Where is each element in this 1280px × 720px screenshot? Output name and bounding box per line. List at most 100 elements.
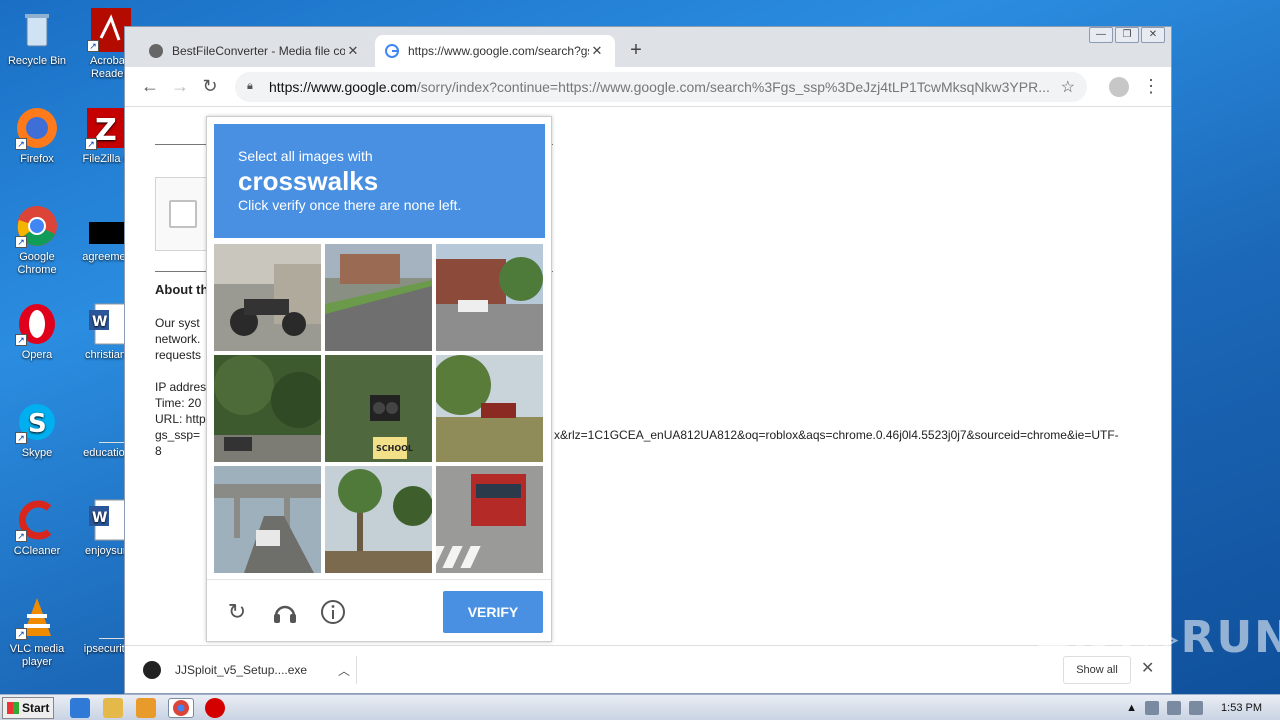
school-sign-tile[interactable]: SCHOOL	[325, 355, 432, 462]
desktop-icon-label: Skype	[21, 447, 53, 459]
svg-text:W: W	[92, 314, 107, 330]
media-player-icon[interactable]	[136, 698, 156, 718]
file-icon	[85, 596, 129, 640]
recaptcha-widget	[155, 177, 211, 251]
captcha-instruction: Select all images with	[238, 148, 373, 164]
audio-challenge-icon[interactable]	[271, 598, 299, 626]
recaptcha-checkbox[interactable]	[169, 200, 197, 228]
suburban-road-tile[interactable]	[325, 244, 432, 351]
page-paragraph-line: requests	[155, 348, 202, 362]
profile-avatar-icon[interactable]	[1109, 76, 1129, 97]
time-line: Time: 20	[155, 396, 202, 410]
download-file-name: JJSploit_v5_Setup....exe	[175, 663, 308, 677]
window-controls: — ❐ ✕	[1089, 27, 1165, 43]
palm-tree-tile[interactable]	[325, 466, 432, 573]
captcha-header: Select all images with crosswalks Click …	[214, 124, 545, 238]
clock[interactable]: 1:53 PM	[1221, 702, 1262, 714]
anyrun-watermark: ANY▷RUN	[1036, 612, 1280, 663]
crosswalk-bus-tile[interactable]	[436, 466, 543, 573]
browser-toolbar: ← → ↻ 🔒︎ https://www.google.com/sorry/in…	[125, 67, 1171, 107]
back-button[interactable]: ←	[135, 76, 165, 97]
tab-close-icon[interactable]: ✕	[589, 43, 605, 59]
highway-overpass-tile[interactable]	[214, 466, 321, 573]
desktop-icon-ccleaner[interactable]: ↗ CCleaner	[0, 498, 74, 558]
desktop-icon-opera[interactable]: ↗ Opera	[0, 302, 74, 362]
bookmark-star-icon[interactable]: ☆	[1061, 77, 1075, 97]
desktop-icon-label: VLC media player	[9, 643, 65, 668]
trees-driveway-tile[interactable]	[214, 355, 321, 462]
ie-icon[interactable]	[70, 698, 90, 718]
motorcycle-street-tile[interactable]	[214, 244, 321, 351]
url-path: /sorry/index?continue=https://www.google…	[416, 78, 1050, 95]
firefox-icon: ↗	[15, 106, 59, 150]
desktop-icon-vlc[interactable]: ↗ VLC media player	[0, 596, 74, 669]
captcha-keyword: crosswalks	[238, 166, 379, 196]
captcha-footer: ↻ VERIFY	[207, 579, 551, 641]
menu-kebab-icon[interactable]: ⋮	[1141, 76, 1161, 97]
black-file-icon	[85, 204, 129, 248]
url-host: https://www.google.com	[269, 78, 417, 95]
url-text: https://www.google.com/sorry/index?conti…	[269, 79, 1061, 95]
close-window-button[interactable]: ✕	[1141, 27, 1165, 43]
lock-icon: 🔒︎	[247, 80, 253, 92]
address-bar[interactable]: 🔒︎ https://www.google.com/sorry/index?co…	[235, 71, 1087, 102]
desktop-icon-label: Google Chrome	[17, 251, 57, 276]
tab-close-icon[interactable]: ✕	[345, 43, 361, 59]
start-button[interactable]: Start	[2, 697, 54, 719]
recycle-bin-icon	[15, 8, 59, 52]
captcha-instruction-sub: Click verify once there are none left.	[238, 197, 462, 213]
minimize-button[interactable]: —	[1089, 27, 1113, 43]
tab-strip: BestFileConverter - Media file conver ✕ …	[125, 27, 1171, 67]
chrome-icon: ↗	[15, 204, 59, 248]
desktop-icon-label: Recycle Bin	[7, 55, 67, 67]
opera-icon: ↗	[15, 302, 59, 346]
opera-taskbar-icon[interactable]	[205, 698, 225, 718]
svg-text:Z: Z	[95, 113, 117, 148]
tab-bestfileconverter[interactable]: BestFileConverter - Media file conver ✕	[139, 35, 371, 67]
chevron-up-icon[interactable]: ︿	[332, 662, 356, 679]
reload-challenge-icon[interactable]: ↻	[223, 598, 251, 626]
ip-address-line: IP addres	[155, 380, 207, 394]
verify-button[interactable]: VERIFY	[443, 591, 543, 633]
desktop-icon-chrome[interactable]: ↗ Google Chrome	[0, 204, 74, 277]
yard-truck-tile[interactable]	[436, 355, 543, 462]
new-tab-button[interactable]: +	[625, 39, 647, 62]
tray-arrow-icon[interactable]: ▲	[1126, 702, 1137, 714]
action-center-flag-icon[interactable]	[1189, 701, 1204, 715]
desktop-icon-label: Firefox	[20, 153, 54, 165]
download-bar: JJSploit_v5_Setup....exe ︿ Show all ✕	[125, 645, 1171, 693]
network-icon[interactable]	[1167, 701, 1182, 715]
explorer-folder-icon[interactable]	[103, 698, 123, 718]
filezilla-icon: Z ↗	[85, 106, 129, 150]
word-document-icon: W	[85, 302, 129, 346]
start-label: Start	[22, 701, 50, 715]
file-icon	[85, 400, 129, 444]
system-tray: ▲ 1:53 PM	[1126, 695, 1280, 720]
google-g-icon	[385, 44, 399, 58]
desktop-icon-skype[interactable]: S ↗ Skype	[0, 400, 74, 460]
exe-file-icon	[143, 661, 161, 679]
download-item[interactable]: JJSploit_v5_Setup....exe ︿	[143, 656, 357, 684]
house-parking-tile[interactable]	[436, 244, 543, 351]
info-icon[interactable]	[319, 598, 347, 626]
chrome-taskbar-icon[interactable]	[168, 698, 194, 718]
about-heading: About th	[155, 282, 209, 297]
svg-text:W: W	[92, 510, 107, 526]
desktop-icon-recycle-bin[interactable]: Recycle Bin	[0, 8, 74, 68]
url-line-tail: x&rlz=1C1GCEA_enUA812UA812&oq=roblox&aqs…	[554, 428, 1119, 442]
url-line-tail: 8	[155, 444, 162, 458]
restore-button[interactable]: ❐	[1115, 27, 1139, 43]
tab-title: BestFileConverter - Media file conver	[172, 44, 345, 58]
desktop-icon-firefox[interactable]: ↗ Firefox	[0, 106, 74, 166]
desktop-icon-label: Opera	[21, 349, 53, 361]
word-document-icon: W	[85, 498, 129, 542]
skype-icon: S ↗	[15, 400, 59, 444]
globe-icon	[149, 44, 163, 58]
forward-button[interactable]: →	[165, 76, 195, 97]
volume-icon[interactable]	[1145, 701, 1160, 715]
reload-button[interactable]: ↻	[195, 76, 225, 97]
captcha-challenge: Select all images with crosswalks Click …	[206, 116, 552, 642]
tab-google-search[interactable]: https://www.google.com/search?gs_ ✕	[375, 35, 615, 67]
page-paragraph-line: Our syst	[155, 316, 200, 330]
windows-flag-icon	[7, 702, 19, 714]
